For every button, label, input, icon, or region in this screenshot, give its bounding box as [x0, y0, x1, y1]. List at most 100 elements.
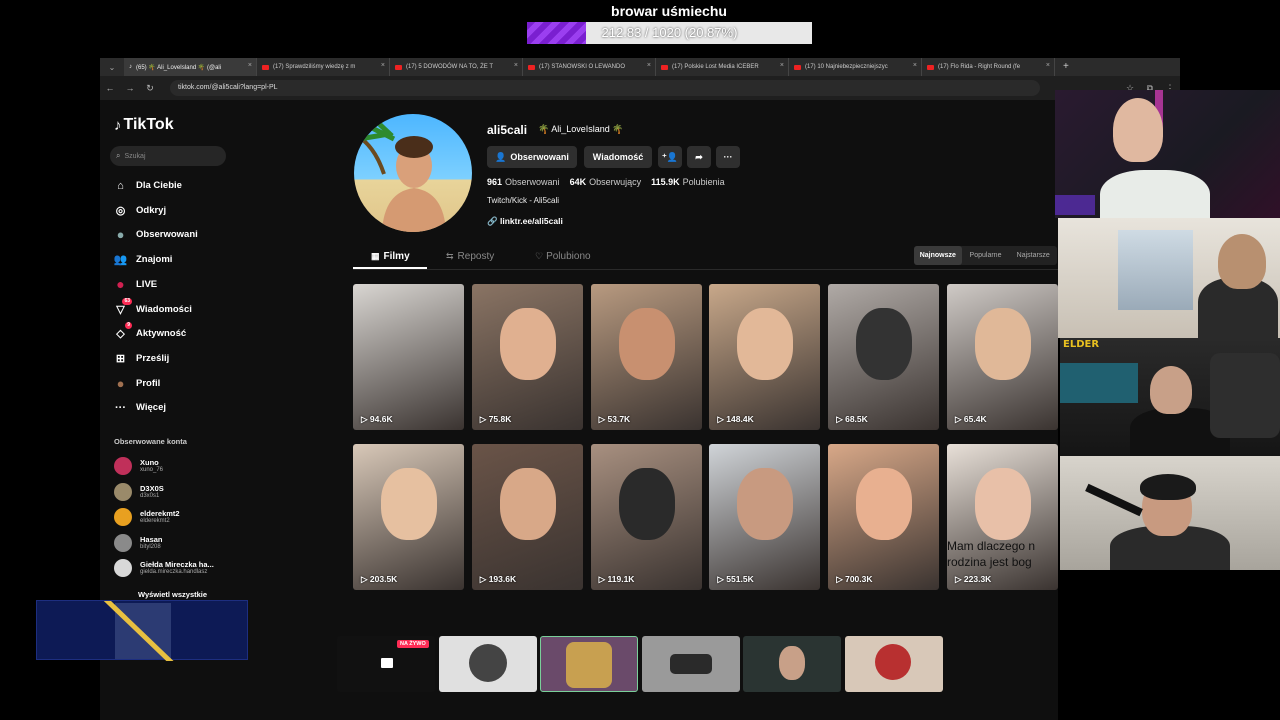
more-options-button[interactable]: ···: [716, 146, 740, 168]
browser-tab[interactable]: (17) STANOWSKI O LEWANDO ×: [523, 58, 656, 76]
back-button[interactable]: ←: [100, 83, 120, 93]
sort-popular[interactable]: Popularne: [962, 246, 1010, 265]
reload-button[interactable]: ↻: [140, 83, 160, 94]
browser-tab[interactable]: (17) Flo Rida - Right Round (fe ×: [922, 58, 1055, 76]
sidebar-item-friends[interactable]: 👥 Znajomi: [113, 252, 173, 267]
sidebar-item-messages[interactable]: ▽ 63 Wiadomości: [113, 297, 192, 317]
video-thumbnail[interactable]: ▷ 148.4K: [709, 284, 821, 430]
video-thumbnail[interactable]: ▷ 68.5K: [828, 284, 940, 430]
followed-account[interactable]: Giełda Mireczka ha... gielda.mireczka.han…: [114, 559, 214, 577]
video-thumbnail[interactable]: ▷ 75.8K: [471, 284, 583, 430]
followed-account[interactable]: elderekmt2 elderekmt2: [114, 508, 180, 526]
view-count-text: 119.1K: [607, 574, 635, 584]
tab-videos[interactable]: ▦ Filmy: [371, 251, 410, 262]
view-count: ▷ 148.4K: [717, 414, 753, 425]
forward-button[interactable]: →: [120, 83, 140, 93]
following-button[interactable]: 👤 Obserwowani: [487, 146, 577, 168]
repost-icon: ⇆: [446, 251, 454, 261]
browser-tab[interactable]: (17) Sprawdziliśmy wiedzę z m ×: [257, 58, 390, 76]
share-button[interactable]: ➦: [687, 146, 711, 168]
tab-liked[interactable]: ♡ Polubiono: [535, 251, 591, 262]
bottom-thumb-2[interactable]: [439, 636, 537, 692]
knife-icon: [103, 601, 174, 661]
profile-stat[interactable]: 64K Obserwujący: [570, 177, 642, 187]
thumbnail-subject: [499, 468, 556, 540]
sidebar-item-live[interactable]: ● LIVE: [113, 276, 157, 292]
video-thumbnail[interactable]: ▷ 94.6K: [353, 284, 464, 430]
video-thumbnail[interactable]: ▷ 193.6K: [471, 444, 583, 590]
close-tab-icon[interactable]: ×: [780, 62, 784, 69]
video-thumbnail[interactable]: ▷ 203.5K: [353, 444, 464, 590]
see-all-link[interactable]: Wyświetl wszystkie: [138, 590, 207, 599]
tab-reposts[interactable]: ⇆ Reposty: [446, 251, 494, 262]
followed-account[interactable]: Hasan bityl208: [114, 533, 163, 552]
gaming-chair: [1210, 353, 1280, 438]
close-tab-icon[interactable]: ×: [514, 62, 518, 69]
tiktok-logo[interactable]: ♪ TikTok: [114, 116, 174, 134]
tab-search-icon[interactable]: ⌄: [100, 58, 124, 76]
video-thumbnail[interactable]: ▷ 119.1K: [590, 444, 702, 590]
close-tab-icon[interactable]: ×: [381, 62, 385, 69]
thumb-badge: [566, 642, 612, 688]
sidebar-item-more[interactable]: ··· Więcej: [113, 400, 166, 415]
browser-tab[interactable]: (17) 5 DOWODÓW NA TO, ŻE T ×: [390, 58, 523, 76]
video-caption-overlay: Mam dlaczego n rodzina jest bog: [947, 538, 1035, 570]
sort-oldest[interactable]: Najstarsze: [1009, 246, 1057, 265]
new-tab-button[interactable]: +: [1055, 58, 1077, 76]
video-thumbnail[interactable]: ▷ 65.4K: [947, 284, 1058, 430]
account-handle: xuno_76: [140, 467, 164, 473]
profile-bio: Twitch/Kick - Ali5cali: [487, 196, 560, 205]
close-tab-icon[interactable]: ×: [913, 62, 917, 69]
browser-tab[interactable]: ♪ (65) 🌴 Ali_LoveIsland 🌴 (@ali ×: [124, 58, 257, 76]
sidebar-item-following[interactable]: ● Obserwowani: [113, 227, 198, 242]
thumbnail-subject: [737, 468, 794, 540]
url-input[interactable]: tiktok.com/@ali5cali?lang=pl-PL: [170, 80, 1040, 96]
search-placeholder: Szukaj: [124, 152, 146, 160]
stat-value: 115.9K: [651, 177, 680, 187]
followed-account[interactable]: D3X0S d3x0s1: [114, 482, 164, 501]
view-count-text: 65.4K: [963, 414, 987, 424]
bottom-thumb-5[interactable]: [743, 636, 841, 692]
add-friend-button[interactable]: ⁺👤: [658, 146, 682, 168]
sidebar-item-home[interactable]: ⌂ Dla Ciebie: [113, 178, 182, 193]
browser-tab-bar: ⌄ ♪ (65) 🌴 Ali_LoveIsland 🌴 (@ali × (17) Sp…: [100, 58, 1180, 76]
sidebar-item-compass[interactable]: ◎ Odkryj: [113, 203, 166, 218]
bottom-thumb-6[interactable]: [845, 636, 943, 692]
profile-stat[interactable]: 115.9K Polubienia: [651, 177, 725, 187]
account-name: elderekmt2: [140, 509, 180, 518]
view-count: ▷ 119.1K: [599, 574, 635, 585]
view-count: ▷ 75.8K: [480, 414, 512, 425]
view-count-text: 75.8K: [488, 414, 512, 424]
goal-progress-text: 212.83 / 1020 (20.87%): [601, 25, 738, 40]
tiktok-note-icon: ♪: [114, 116, 122, 134]
video-thumbnail[interactable]: ▷ 551.5K: [709, 444, 821, 590]
followed-account[interactable]: Xuno xuno_76: [114, 457, 163, 475]
goal-progress-bar: 212.83 / 1020 (20.87%): [527, 22, 812, 44]
play-icon: ▷: [836, 574, 846, 584]
bottom-thumb-3[interactable]: [540, 636, 638, 692]
close-tab-icon[interactable]: ×: [647, 62, 651, 69]
message-button-label: Wiadomość: [592, 152, 644, 162]
bottom-thumb-4[interactable]: [642, 636, 740, 692]
sidebar-item-label: Obserwowani: [136, 229, 198, 241]
avatar: [114, 482, 132, 501]
close-tab-icon[interactable]: ×: [1046, 62, 1050, 69]
sidebar-item-profile[interactable]: ● Profil: [113, 375, 161, 391]
video-thumbnail[interactable]: Mam dlaczego n rodzina jest bog ▷ 223.3K: [947, 444, 1058, 590]
close-tab-icon[interactable]: ×: [248, 62, 252, 69]
profile-link[interactable]: 🔗 linktr.ee/ali5cali: [487, 216, 563, 227]
browser-tab[interactable]: (17) Polskie Lost Media ICEBER ×: [656, 58, 789, 76]
stat-value: 64K: [569, 177, 587, 187]
profile-icon: ●: [116, 375, 125, 391]
video-thumbnail[interactable]: ▷ 700.3K: [828, 444, 940, 590]
sort-newest[interactable]: Najnowsze: [914, 246, 962, 265]
sidebar-item-activity[interactable]: ◇ 9 Aktywność: [113, 322, 186, 341]
messages-icon: ▽ 63: [116, 297, 132, 316]
search-input[interactable]: ⌕ Szukaj: [110, 146, 226, 166]
profile-stat[interactable]: 961 Obserwowani: [487, 177, 560, 187]
browser-tab[interactable]: (17) 10 Najniebezpieczniejszyc ×: [789, 58, 922, 76]
message-button[interactable]: Wiadomość: [584, 146, 652, 168]
video-thumbnail[interactable]: ▷ 53.7K: [590, 284, 702, 430]
avatar: [114, 508, 132, 526]
sidebar-item-upload[interactable]: ⊞ Prześlij: [113, 351, 169, 366]
